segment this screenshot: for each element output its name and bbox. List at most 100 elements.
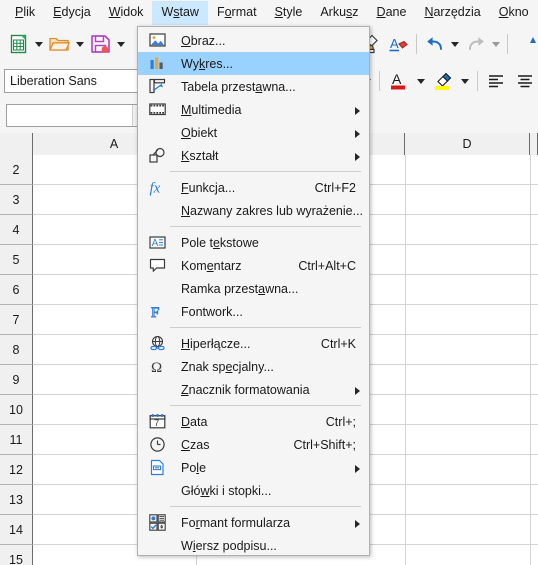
menu-item-shortcut: Ctrl+; [325,414,356,429]
align-center-icon[interactable] [512,68,538,94]
save-floppy-icon[interactable] [88,31,113,57]
redo-dropdown[interactable] [490,31,502,57]
svg-text:A: A [390,36,399,51]
row-header-6[interactable]: 6 [0,275,33,305]
menu-item-no-icon [143,534,171,557]
menu-item-czas[interactable]: Czas Ctrl+Shift+; [138,433,369,456]
column-header-D[interactable]: D [405,133,530,155]
menu-item-label: Komentarz [181,258,242,273]
menu-item-główki-i-stopki[interactable]: Główki i stopki... [138,479,369,502]
menubar-item-edycja[interactable]: Edycja [44,1,100,25]
menu-item-pole-tekstowe[interactable]: A Pole tekstowe [138,231,369,254]
new-document-dropdown[interactable] [33,31,45,57]
row-header-11[interactable]: 11 [0,425,33,455]
row-header-9[interactable]: 9 [0,365,33,395]
align-left-icon[interactable] [484,68,510,94]
submenu-arrow-icon [355,130,360,138]
menu-separator [170,405,361,406]
menu-item-label: Obraz... [181,33,226,48]
comment-icon [143,254,171,277]
menu-item-wiersz-podpisu[interactable]: Wiersz podpisu... [138,534,369,557]
row-header-2[interactable]: 2 [0,155,33,185]
menubar-item-okno[interactable]: Okno [490,1,538,25]
row-header-3[interactable]: 3 [0,185,33,215]
menu-item-shortcut: Ctrl+K [320,336,356,351]
menu-item-komentarz[interactable]: Komentarz Ctrl+Alt+C [138,254,369,277]
grid-column-line [405,155,406,565]
special-character-omega-icon: Ω [143,355,171,378]
row-header-5[interactable]: 5 [0,245,33,275]
menubar-item-narzędzia[interactable]: Narzędzia [415,1,489,25]
menubar-item-dane[interactable]: Dane [368,1,416,25]
clear-formatting-icon[interactable]: A [386,31,411,57]
menubar-item-wstaw[interactable]: Wstaw [152,0,208,25]
menu-item-no-icon [143,479,171,502]
menu-item-no-icon [143,378,171,401]
menu-item-multimedia[interactable]: Multimedia [138,98,369,121]
row-header-4[interactable]: 4 [0,215,33,245]
menu-item-tabela-przestawna[interactable]: Tabela przestawna... [138,75,369,98]
row-header-label: 6 [12,282,20,297]
row-header-13[interactable]: 13 [0,485,33,515]
row-header-7[interactable]: 7 [0,305,33,335]
shape-icon [143,144,171,167]
chevron-down-icon [492,41,500,47]
svg-text:7: 7 [154,418,159,428]
menu-item-pole[interactable]: Pole [138,456,369,479]
menu-item-label: Kształt [181,148,219,163]
row-header-15[interactable]: 15 [0,545,33,565]
new-document-icon[interactable] [6,31,31,57]
menu-item-kształt[interactable]: Kształt [138,144,369,167]
menu-item-no-icon [143,199,171,222]
menu-item-znacznik-formatowania[interactable]: Znacznik formatowania [138,378,369,401]
svg-text:Ω: Ω [151,360,162,375]
menu-item-znak-specjalny[interactable]: Ω Znak specjalny... [138,355,369,378]
menu-separator [170,226,361,227]
row-header-14[interactable]: 14 [0,515,33,545]
menu-item-data[interactable]: 7 Data Ctrl+; [138,410,369,433]
open-folder-icon[interactable] [47,31,72,57]
highlight-color-dropdown[interactable] [459,68,471,94]
row-header-label: 11 [9,432,23,447]
menubar-item-format[interactable]: Format [208,1,266,25]
font-color-icon[interactable]: A [386,68,412,94]
menu-item-label: Ramka przestawna... [181,281,299,296]
menu-item-label: Wiersz podpisu... [181,538,277,553]
menubar-item-widok[interactable]: Widok [100,1,153,25]
redo-icon[interactable] [463,31,488,57]
save-dropdown[interactable] [115,31,127,57]
highlighting-color-icon[interactable] [430,68,456,94]
name-box[interactable] [6,104,139,127]
row-header-12[interactable]: 12 [0,455,33,485]
row-header-8[interactable]: 8 [0,335,33,365]
menu-item-hiperłącze[interactable]: Hiperłącze... Ctrl+K [138,332,369,355]
menu-item-funkcja[interactable]: fx Funkcja... Ctrl+F2 [138,176,369,199]
menubar-item-arkusz[interactable]: Arkusz [311,1,367,25]
row-header-10[interactable]: 10 [0,395,33,425]
font-color-dropdown[interactable] [415,68,427,94]
menu-item-obraz[interactable]: Obraz... [138,29,369,52]
undo-dropdown[interactable] [449,31,461,57]
menu-item-label: Wykres... [181,56,233,71]
submenu-arrow-icon [355,520,360,528]
menu-item-ramka-przestawna[interactable]: Ramka przestawna... [138,277,369,300]
find-replace-icon[interactable] [513,31,538,57]
menu-bar: Plik Edycja Widok Wstaw Format Style Arkusz Dan… [0,0,538,26]
menubar-item-label: Okno [498,4,529,19]
font-name-input[interactable]: Liberation Sans [4,69,140,93]
select-all-corner[interactable] [0,133,33,155]
menu-item-wykres[interactable]: Wykres... [138,52,369,75]
menubar-item-style[interactable]: Style [266,1,312,25]
column-header-spacer[interactable] [530,133,538,155]
open-dropdown[interactable] [74,31,86,57]
menu-item-nazwany-zakres-lub-wyrażenie[interactable]: Nazwany zakres lub wyrażenie... [138,199,369,222]
menubar-item-label: Edycja [53,4,91,19]
menubar-item-label: Narzędzia [424,4,481,19]
menu-item-formant-formularza[interactable]: Formant formularza [138,511,369,534]
menubar-item-plik[interactable]: Plik [6,1,44,25]
row-header-label: 9 [12,372,20,387]
undo-icon[interactable] [422,31,447,57]
menu-item-fontwork[interactable]: F Fontwork... [138,300,369,323]
hyperlink-globe-icon [143,332,171,355]
menu-item-obiekt[interactable]: Obiekt [138,121,369,144]
